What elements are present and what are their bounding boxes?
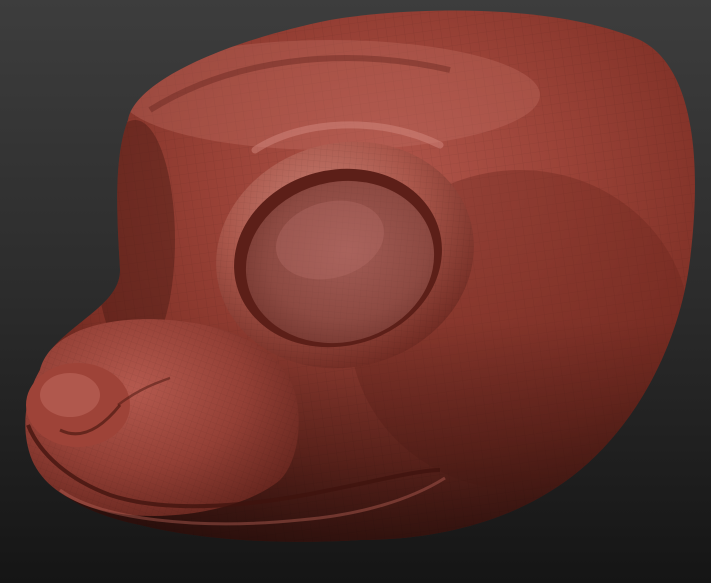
sculpt-render[interactable] <box>0 0 711 583</box>
viewport-canvas[interactable] <box>0 0 711 583</box>
